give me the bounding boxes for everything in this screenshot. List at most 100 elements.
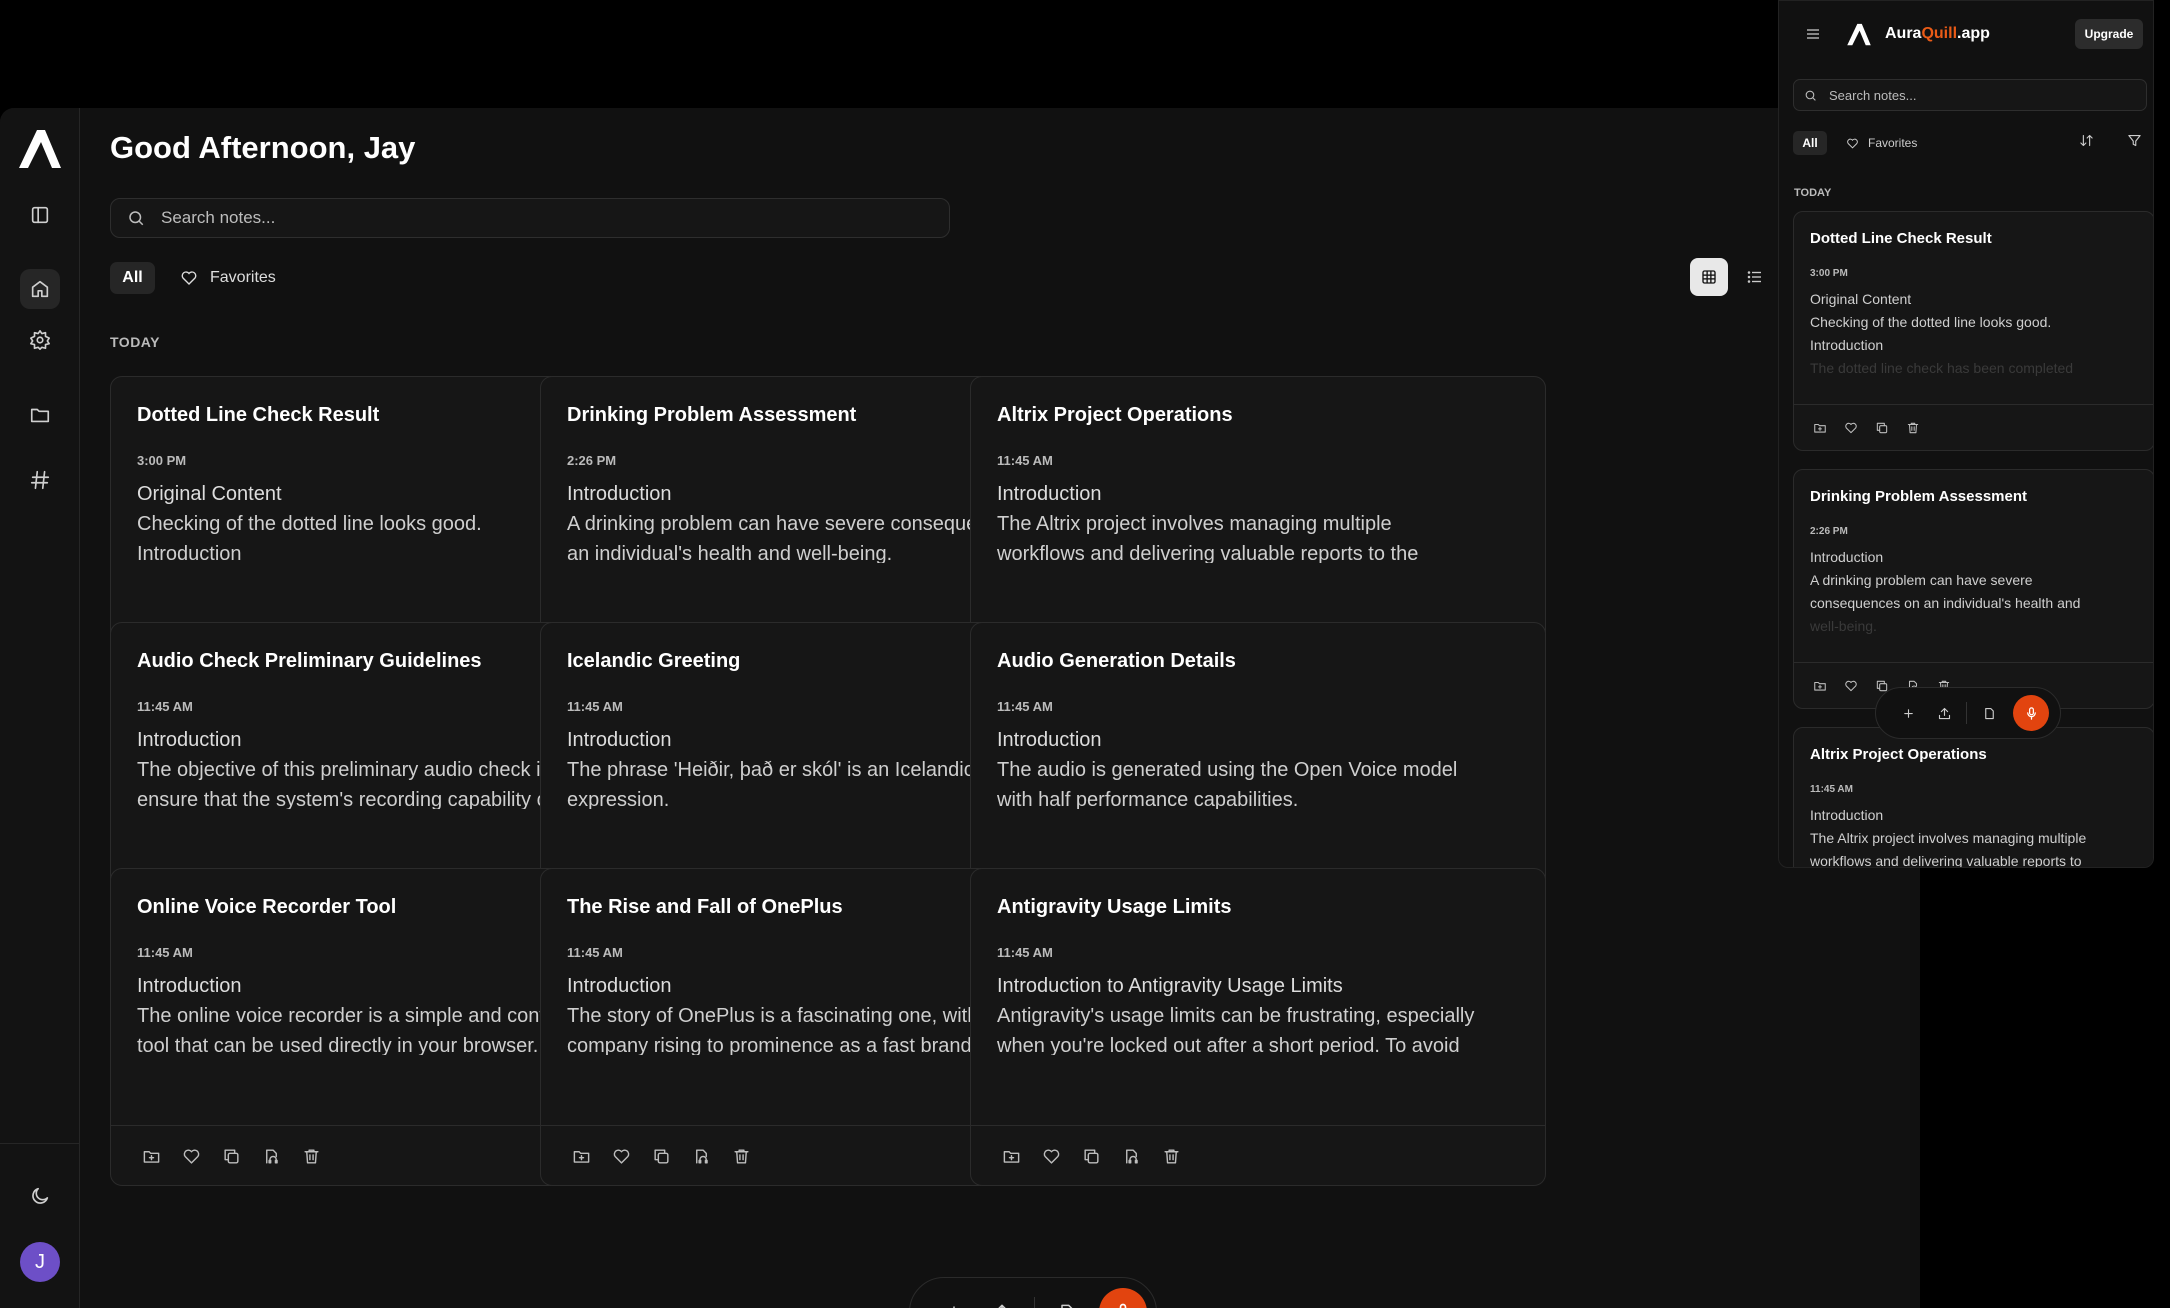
note-card[interactable]: Antigravity Usage Limits 11:45 AM Introduc… [970, 868, 1546, 1186]
file-button[interactable] [1043, 1288, 1091, 1308]
move-to-folder-button[interactable] [1812, 420, 1828, 436]
list-view-button[interactable] [1736, 258, 1774, 296]
heart-icon [1845, 680, 1857, 691]
microphone-icon [2026, 706, 2036, 720]
filter-all-button[interactable]: All [110, 262, 155, 294]
sort-icon [2080, 134, 2093, 147]
note-time: 11:45 AM [1810, 784, 1853, 795]
note-preview: Introduction The Altrix project involves … [997, 479, 1527, 563]
move-to-folder-button[interactable] [141, 1147, 161, 1167]
copy-icon [223, 1149, 239, 1164]
panel-new-note-button[interactable] [1890, 695, 1926, 731]
copy-button[interactable] [221, 1147, 241, 1167]
audio-file-icon [695, 1149, 708, 1164]
trash-icon [303, 1149, 319, 1164]
folder-plus-icon [573, 1151, 589, 1163]
upload-button[interactable] [978, 1288, 1026, 1308]
upgrade-button[interactable]: Upgrade [2075, 19, 2143, 49]
grid-view-button[interactable] [1690, 258, 1728, 296]
note-preview-line: The Altrix project involves managing mul… [997, 513, 1392, 535]
delete-button[interactable] [1905, 420, 1921, 436]
brand-name: AuraQuill.app [1885, 25, 1990, 43]
mobile-preview-panel: AuraQuill.app Upgrade All Favorites TODA… [1778, 0, 2154, 868]
copy-button[interactable] [1874, 420, 1890, 436]
panel-filter-all-button[interactable]: All [1793, 131, 1827, 155]
note-time: 11:45 AM [997, 945, 1053, 960]
new-note-button[interactable] [930, 1288, 978, 1308]
audio-button[interactable] [261, 1147, 281, 1167]
favorite-button[interactable] [1041, 1147, 1061, 1167]
filter-favorites-button[interactable]: Favorites [180, 262, 276, 294]
copy-icon [653, 1149, 669, 1164]
panel-filter-favorites-button[interactable]: Favorites [1846, 131, 1917, 155]
record-button[interactable] [1099, 1288, 1147, 1308]
favorite-button[interactable] [1843, 678, 1859, 694]
file-icon [1061, 1304, 1073, 1308]
list-icon [1747, 271, 1761, 283]
note-preview: Introduction The audio is generated using… [997, 725, 1527, 809]
note-title: Audio Check Preliminary Guidelines [137, 650, 482, 672]
favorite-button[interactable] [181, 1147, 201, 1167]
audio-button[interactable] [691, 1147, 711, 1167]
note-preview-line: consequences on an individual's health a… [1810, 595, 2081, 611]
panel-search-input[interactable] [1829, 87, 2109, 103]
panel-section-label-today: TODAY [1794, 187, 1832, 199]
panel-note-card[interactable]: Drinking Problem Assessment 2:26 PM Introd… [1793, 469, 2153, 709]
menu-button[interactable] [1805, 26, 1821, 47]
panel-note-card[interactable]: Altrix Project Operations 11:45 AM Introdu… [1793, 727, 2153, 867]
move-to-folder-button[interactable] [571, 1147, 591, 1167]
panel-record-button[interactable] [2013, 695, 2049, 731]
note-time: 11:45 AM [137, 699, 193, 714]
note-title: Dotted Line Check Result [137, 404, 380, 426]
heart-icon [1847, 138, 1858, 149]
copy-button[interactable] [1081, 1147, 1101, 1167]
note-preview-line: when you're locked out after a short per… [997, 1035, 1460, 1055]
folder-plus-icon [143, 1151, 159, 1163]
note-preview-line: Introduction [997, 729, 1102, 751]
brand-suffix: .app [1957, 25, 1990, 42]
hash-icon [30, 470, 50, 490]
note-preview-line: well-being. [1810, 618, 1877, 634]
app-logo-icon [1847, 23, 1871, 46]
trash-icon [1163, 1149, 1179, 1164]
panel-search-bar[interactable] [1793, 79, 2147, 111]
heart-icon [1043, 1149, 1059, 1164]
move-to-folder-button[interactable] [1001, 1147, 1021, 1167]
delete-button[interactable] [1161, 1147, 1181, 1167]
sidebar-item-tags[interactable] [20, 460, 60, 500]
favorite-button[interactable] [1843, 420, 1859, 436]
note-preview-line: Original Content [1810, 291, 1912, 307]
note-time: 3:00 PM [137, 453, 187, 468]
sidebar-toggle-icon [31, 206, 49, 224]
search-bar[interactable] [110, 198, 950, 238]
favorite-button[interactable] [611, 1147, 631, 1167]
filter-button[interactable] [2127, 133, 2142, 153]
note-preview-line: Antigravity's usage limits can be frustr… [997, 1005, 1475, 1027]
search-input[interactable] [161, 208, 861, 228]
app-window: J Good Afternoon, Jay All Favorites TODA… [0, 108, 1920, 1308]
sidebar-item-home[interactable] [20, 269, 60, 309]
panel-file-button[interactable] [1971, 695, 2007, 731]
sidebar-item-settings[interactable] [20, 320, 60, 360]
move-to-folder-button[interactable] [1812, 678, 1828, 694]
heart-icon [613, 1149, 629, 1164]
avatar[interactable]: J [20, 1242, 60, 1282]
audio-button[interactable] [1121, 1147, 1141, 1167]
theme-toggle-button[interactable] [20, 1176, 60, 1216]
sort-button[interactable] [2079, 133, 2094, 153]
panel-upload-button[interactable] [1926, 695, 1962, 731]
note-actions [971, 1125, 1545, 1185]
panel-note-card[interactable]: Dotted Line Check Result 3:00 PM Original … [1793, 211, 2153, 451]
app-logo-icon[interactable] [15, 126, 65, 170]
delete-button[interactable] [731, 1147, 751, 1167]
filter-icon [2128, 134, 2141, 147]
delete-button[interactable] [301, 1147, 321, 1167]
note-preview-line: The Altrix project involves managing mul… [1810, 830, 2087, 846]
copy-button[interactable] [651, 1147, 671, 1167]
plus-icon [1903, 708, 1913, 718]
folder-plus-icon [1814, 681, 1826, 691]
sidebar-item-folders[interactable] [20, 395, 60, 435]
sidebar-toggle-button[interactable] [20, 195, 60, 235]
heart-icon [181, 271, 197, 285]
record-toolbar [909, 1277, 1157, 1308]
